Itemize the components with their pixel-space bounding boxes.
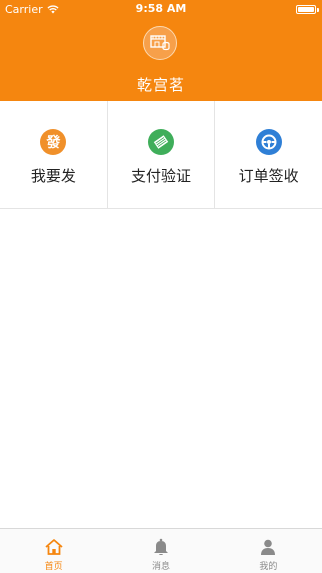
wheel-icon — [255, 129, 282, 155]
shop-logo-avatar — [143, 26, 177, 60]
home-icon — [45, 538, 63, 556]
shop-icon — [150, 35, 170, 51]
tab-profile-label: 我的 — [259, 562, 278, 572]
fa-character-icon: 發 — [40, 129, 67, 155]
status-time: 9:58 AM — [135, 2, 187, 15]
tab-messages[interactable]: 消息 — [107, 529, 214, 573]
action-payment-verify[interactable]: 支付验证 — [108, 101, 216, 208]
tab-profile[interactable]: 我的 — [215, 529, 322, 573]
action-order-signoff[interactable]: 订单签收 — [215, 101, 322, 208]
header: Carrier 9:58 AM 乾宫茗 — [0, 0, 322, 101]
tab-bar: 首页 消息 我的 — [0, 528, 322, 573]
action-send[interactable]: 發 我要发 — [0, 101, 108, 208]
status-bar: Carrier 9:58 AM — [0, 0, 322, 18]
tab-home[interactable]: 首页 — [0, 529, 107, 573]
bell-icon — [152, 538, 170, 556]
tab-home-label: 首页 — [44, 562, 63, 572]
app-title: 乾宫茗 — [136, 76, 185, 94]
action-grid: 發 我要发 支付验证 订单签收 — [0, 101, 322, 209]
action-order-signoff-label: 订单签收 — [238, 167, 299, 185]
action-send-label: 我要发 — [30, 167, 76, 185]
tab-messages-label: 消息 — [151, 562, 170, 572]
person-icon — [259, 538, 277, 556]
card-icon — [148, 129, 174, 155]
battery-icon — [296, 5, 316, 14]
action-payment-verify-label: 支付验证 — [131, 167, 192, 185]
battery-cap — [317, 8, 319, 12]
